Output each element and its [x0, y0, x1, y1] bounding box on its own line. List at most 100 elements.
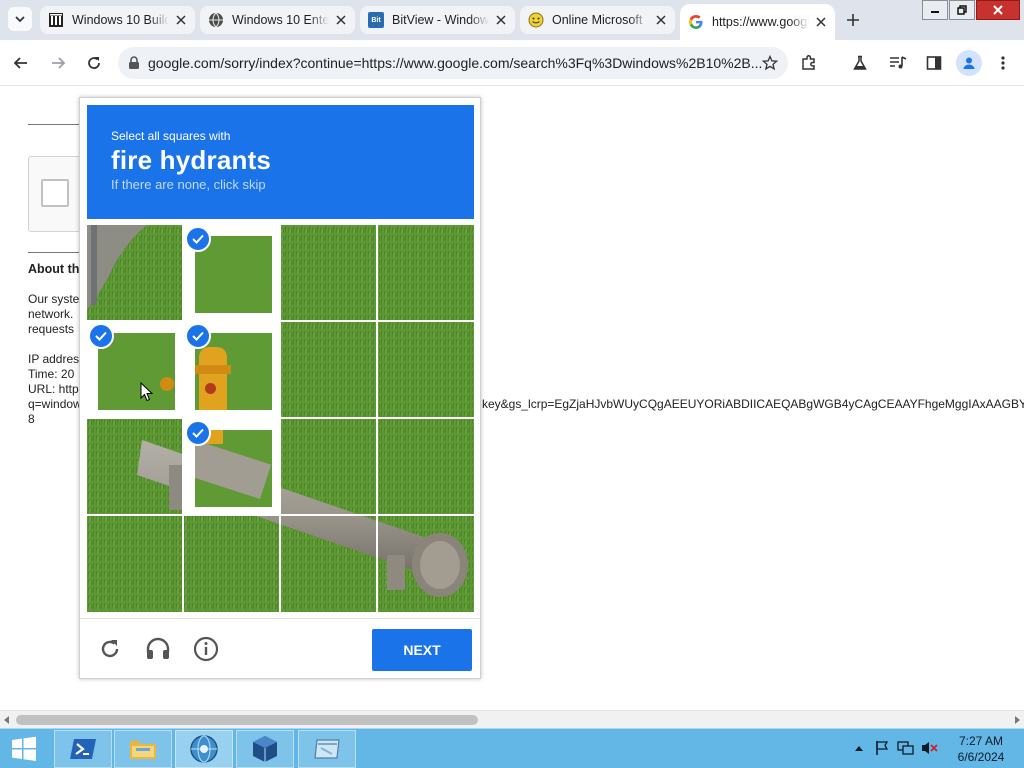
tab-windows-10-enterprise[interactable]: Windows 10 Enterprise — [200, 6, 355, 34]
captcha-tile[interactable] — [87, 516, 182, 611]
system-clock[interactable]: 7:27 AM 6/6/2024 — [948, 733, 1014, 765]
extensions-button[interactable] — [796, 50, 822, 76]
menu-button[interactable] — [990, 50, 1016, 76]
minimize-button[interactable] — [922, 0, 948, 20]
taskbar-file-explorer[interactable] — [114, 730, 172, 768]
action-center-icon[interactable] — [873, 739, 891, 757]
taskbar-chrome[interactable] — [175, 730, 233, 768]
address-bar[interactable]: google.com/sorry/index?continue=https://… — [118, 47, 788, 79]
network-icon[interactable] — [897, 739, 915, 757]
close-icon[interactable] — [813, 14, 829, 30]
window-close-button[interactable] — [976, 0, 1020, 20]
mouse-cursor-icon — [140, 382, 154, 402]
arrow-left-icon — [13, 57, 27, 69]
url-overflow-text: key&gs_lcrp=EgZjaHJvbWUyCQgAEEUYORiABDII… — [482, 397, 1024, 411]
new-tab-button[interactable] — [840, 9, 866, 31]
info-button[interactable] — [192, 635, 220, 663]
profile-avatar[interactable] — [956, 50, 982, 76]
info-line: 8 — [28, 412, 35, 426]
captcha-tile[interactable] — [378, 322, 473, 417]
captcha-tile[interactable] — [184, 516, 279, 611]
tab-bitview[interactable]: Bit BitView - Windows — [360, 6, 515, 34]
close-icon[interactable] — [333, 12, 349, 28]
taskbar-powershell[interactable] — [54, 730, 112, 768]
captcha-tile[interactable] — [87, 419, 182, 514]
captcha-tile[interactable] — [281, 516, 376, 611]
captcha-tile[interactable] — [378, 516, 473, 611]
captcha-tile[interactable] — [378, 419, 473, 514]
chevron-down-icon — [15, 16, 25, 23]
captcha-tile-selected[interactable] — [184, 419, 279, 514]
reload-challenge-button[interactable] — [96, 635, 124, 663]
start-button[interactable] — [6, 733, 42, 765]
captcha-target: fire hydrants — [111, 145, 272, 175]
close-icon[interactable] — [173, 12, 189, 28]
captcha-tile[interactable] — [281, 225, 376, 320]
virtualbox-icon — [253, 736, 277, 762]
captcha-tile[interactable] — [281, 419, 376, 514]
tab-title: Windows 10 Build — [72, 13, 169, 27]
plus-icon — [847, 14, 859, 26]
minimize-icon — [931, 11, 939, 13]
horizontal-scrollbar[interactable] — [0, 710, 1024, 728]
captcha-tile-selected[interactable] — [184, 225, 279, 320]
recaptcha-checkbox[interactable] — [41, 179, 69, 207]
tab-windows-10-build[interactable]: Windows 10 Build — [40, 6, 195, 34]
globe-icon — [208, 12, 224, 28]
taskbar-app[interactable] — [298, 730, 356, 768]
browser-toolbar: google.com/sorry/index?continue=https://… — [0, 40, 1024, 86]
scrollbar-thumb[interactable] — [16, 715, 478, 725]
captcha-footer: NEXT — [80, 618, 480, 678]
clock-date: 6/6/2024 — [957, 750, 1005, 764]
speaker-muted-icon — [922, 742, 938, 754]
grid-line — [87, 320, 474, 322]
person-icon — [963, 57, 975, 69]
back-button[interactable] — [8, 50, 34, 76]
restore-icon — [957, 5, 967, 15]
reload-button[interactable] — [81, 50, 107, 76]
forward-button[interactable] — [45, 50, 71, 76]
next-button[interactable]: NEXT — [372, 629, 472, 671]
checkmark-icon — [88, 323, 114, 349]
kebab-menu-icon — [1001, 56, 1005, 70]
audio-challenge-button[interactable] — [144, 635, 172, 663]
tab-google-active[interactable]: https://www.google.com — [680, 4, 835, 40]
taskbar-virtualbox[interactable] — [236, 730, 294, 768]
captcha-tile[interactable] — [378, 225, 473, 320]
volume-icon[interactable] — [921, 739, 939, 757]
scroll-right-icon[interactable] — [1014, 716, 1020, 724]
close-icon[interactable] — [493, 12, 509, 28]
captcha-hint: If there are none, click skip — [111, 177, 266, 192]
flask-icon — [853, 55, 867, 70]
captcha-tile-selected[interactable] — [184, 322, 279, 417]
star-icon[interactable] — [762, 55, 778, 71]
checkmark-icon — [185, 323, 211, 349]
about-heading: About th — [28, 262, 80, 276]
tab-search-button[interactable] — [8, 7, 32, 31]
show-hidden-icons-button[interactable] — [850, 739, 868, 757]
browser-globe-icon — [190, 735, 218, 763]
music-queue-icon — [890, 56, 907, 69]
captcha-challenge: Select all squares with fire hydrants If… — [79, 97, 481, 679]
captcha-tile-selected[interactable] — [87, 322, 182, 417]
scroll-left-icon[interactable] — [4, 716, 10, 724]
flag-icon — [876, 741, 889, 755]
media-control-button[interactable] — [885, 50, 911, 76]
caret-up-icon — [855, 746, 863, 751]
captcha-tile[interactable] — [87, 225, 182, 320]
close-icon[interactable] — [653, 12, 669, 28]
tab-title: Online Microsoft — [552, 13, 643, 27]
google-g-icon — [688, 14, 704, 30]
screen: Windows 10 Build Windows 10 Enterprise B… — [0, 0, 1024, 768]
tab-online-microsoft[interactable]: Online Microsoft — [520, 6, 675, 34]
labs-button[interactable] — [847, 50, 873, 76]
bitview-icon-text: Bit — [371, 16, 381, 24]
captcha-tile[interactable] — [281, 322, 376, 417]
checkmark-icon — [185, 226, 211, 252]
tab-title: https://www.google.com — [712, 15, 809, 29]
side-panel-button[interactable] — [921, 50, 947, 76]
address-url: google.com/sorry/index?continue=https://… — [148, 55, 762, 71]
tab-title: Windows 10 Enterprise — [232, 13, 329, 27]
restore-button[interactable] — [949, 0, 975, 20]
info-icon — [193, 636, 219, 662]
